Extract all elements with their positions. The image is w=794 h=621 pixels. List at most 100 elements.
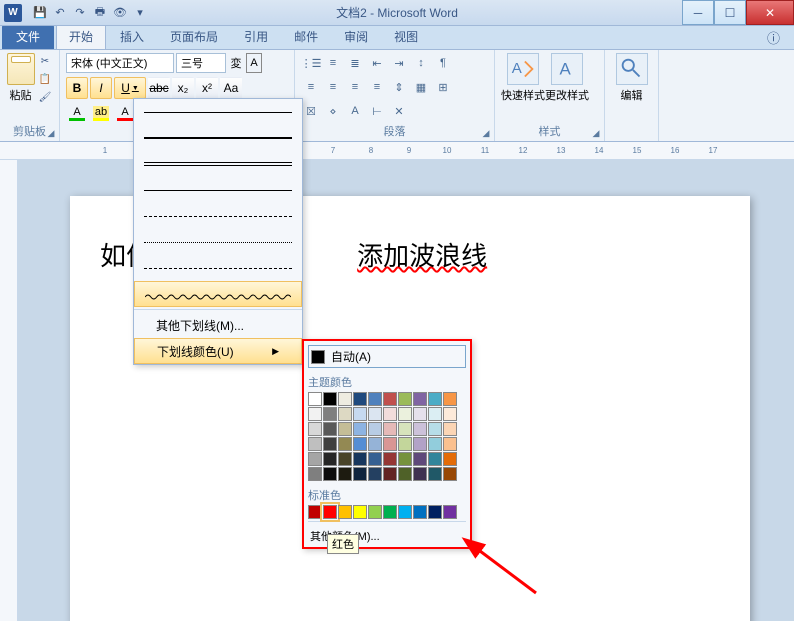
align-right-icon[interactable]: ≡ (345, 77, 365, 97)
line-spacing-icon[interactable]: ⇕ (389, 77, 409, 97)
print-icon[interactable]: 🖶 (92, 5, 108, 21)
color-swatch[interactable] (368, 505, 382, 519)
color-swatch[interactable] (308, 505, 322, 519)
color-swatch[interactable] (368, 437, 382, 451)
color-swatch[interactable] (338, 392, 352, 406)
color-swatch[interactable] (383, 437, 397, 451)
color-swatch[interactable] (323, 452, 337, 466)
subscript-button[interactable]: x₂ (172, 77, 194, 99)
underline-style-dotted[interactable] (134, 177, 302, 203)
scale-char-icon[interactable]: ☒ (301, 101, 321, 121)
underline-color-item[interactable]: 下划线颜色(U)▶ (134, 338, 302, 364)
shading-icon[interactable]: ▦ (411, 77, 431, 97)
auto-color-item[interactable]: 自动(A) (308, 345, 466, 368)
styles-expand-icon[interactable]: ◢ (590, 127, 602, 139)
strikethrough-button[interactable]: abc (148, 77, 170, 99)
color-swatch[interactable] (323, 437, 337, 451)
color-swatch[interactable] (398, 392, 412, 406)
color-swatch[interactable] (443, 452, 457, 466)
help-icon[interactable]: ⓘ (761, 26, 786, 49)
color-swatch[interactable] (443, 467, 457, 481)
change-styles-button[interactable]: A 更改样式 (545, 53, 589, 103)
text-effects-button[interactable]: A (66, 103, 88, 121)
color-swatch[interactable] (368, 467, 382, 481)
color-swatch[interactable] (413, 392, 427, 406)
color-swatch[interactable] (383, 505, 397, 519)
clipboard-expand-icon[interactable]: ◢ (45, 127, 57, 139)
color-swatch[interactable] (308, 467, 322, 481)
color-swatch[interactable] (398, 505, 412, 519)
cut-icon[interactable]: ✂ (37, 53, 53, 69)
font-size-combo[interactable]: 三号 (176, 53, 226, 73)
tab-settings-icon[interactable]: ⊢ (367, 101, 387, 121)
minimize-button[interactable]: ─ (682, 0, 714, 25)
align-left-icon[interactable]: ≡ (301, 77, 321, 97)
underline-style-wavy[interactable] (134, 281, 302, 307)
more-underlines-item[interactable]: 其他下划线(M)... (134, 312, 302, 338)
change-case-button[interactable]: Aa (220, 77, 242, 99)
color-swatch[interactable] (398, 452, 412, 466)
print-preview-icon[interactable]: 👁 (112, 5, 128, 21)
color-swatch[interactable] (413, 437, 427, 451)
asian-layout-icon[interactable]: ✕ (389, 101, 409, 121)
color-swatch[interactable] (398, 407, 412, 421)
save-icon[interactable]: 💾 (32, 5, 48, 21)
color-swatch[interactable] (443, 422, 457, 436)
quick-styles-button[interactable]: A 快速样式 (501, 53, 545, 103)
color-swatch[interactable] (353, 505, 367, 519)
color-swatch[interactable] (398, 437, 412, 451)
color-swatch[interactable] (383, 392, 397, 406)
color-swatch[interactable] (353, 437, 367, 451)
close-button[interactable]: ✕ (746, 0, 794, 25)
tab-review[interactable]: 审阅 (332, 24, 380, 49)
phonetic-guide-icon[interactable]: 変 (228, 53, 244, 73)
color-swatch[interactable] (353, 392, 367, 406)
color-swatch[interactable] (428, 422, 442, 436)
show-formatting-icon[interactable]: ¶ (433, 53, 453, 73)
increase-indent-icon[interactable]: ⇥ (389, 53, 409, 73)
undo-icon[interactable]: ↶ (52, 5, 68, 21)
numbering-icon[interactable]: ≡ (323, 53, 343, 73)
underline-style-single[interactable] (134, 99, 302, 125)
color-swatch[interactable] (323, 422, 337, 436)
color-swatch[interactable] (368, 407, 382, 421)
color-swatch[interactable] (428, 407, 442, 421)
paste-button[interactable]: 粘贴 (6, 53, 35, 103)
color-swatch[interactable] (308, 437, 322, 451)
justify-icon[interactable]: ≡ (367, 77, 387, 97)
tab-home[interactable]: 开始 (56, 23, 106, 49)
align-center-icon[interactable]: ≡ (323, 77, 343, 97)
color-swatch[interactable] (413, 422, 427, 436)
vertical-ruler[interactable] (0, 160, 18, 621)
color-swatch[interactable] (368, 452, 382, 466)
redo-icon[interactable]: ↷ (72, 5, 88, 21)
color-swatch[interactable] (428, 437, 442, 451)
qat-dropdown-icon[interactable]: ▾ (132, 5, 148, 21)
font-name-combo[interactable]: 宋体 (中文正文) (66, 53, 174, 73)
multilevel-icon[interactable]: ≣ (345, 53, 365, 73)
color-swatch[interactable] (413, 407, 427, 421)
color-swatch[interactable] (383, 422, 397, 436)
color-swatch[interactable] (323, 467, 337, 481)
color-swatch[interactable] (443, 505, 457, 519)
color-swatch[interactable] (428, 505, 442, 519)
horizontal-ruler[interactable]: 1234567891011121314151617 (0, 142, 794, 160)
sort-icon[interactable]: ↕ (411, 53, 431, 73)
color-swatch[interactable] (413, 467, 427, 481)
color-swatch[interactable] (338, 407, 352, 421)
color-swatch[interactable] (323, 505, 337, 519)
paragraph-expand-icon[interactable]: ◢ (480, 127, 492, 139)
snap-grid-icon[interactable]: ⋄ (323, 101, 343, 121)
color-swatch[interactable] (353, 452, 367, 466)
underline-style-thick[interactable] (134, 125, 302, 151)
char-border-icon[interactable]: A (345, 101, 365, 121)
editing-button[interactable]: 编辑 (611, 53, 652, 103)
bullets-icon[interactable]: ⋮☰ (301, 53, 321, 73)
color-swatch[interactable] (368, 392, 382, 406)
color-swatch[interactable] (353, 422, 367, 436)
color-swatch[interactable] (308, 407, 322, 421)
tab-mailings[interactable]: 邮件 (282, 24, 330, 49)
underline-style-dash-dot-dot[interactable] (134, 255, 302, 281)
color-swatch[interactable] (323, 392, 337, 406)
color-swatch[interactable] (383, 452, 397, 466)
